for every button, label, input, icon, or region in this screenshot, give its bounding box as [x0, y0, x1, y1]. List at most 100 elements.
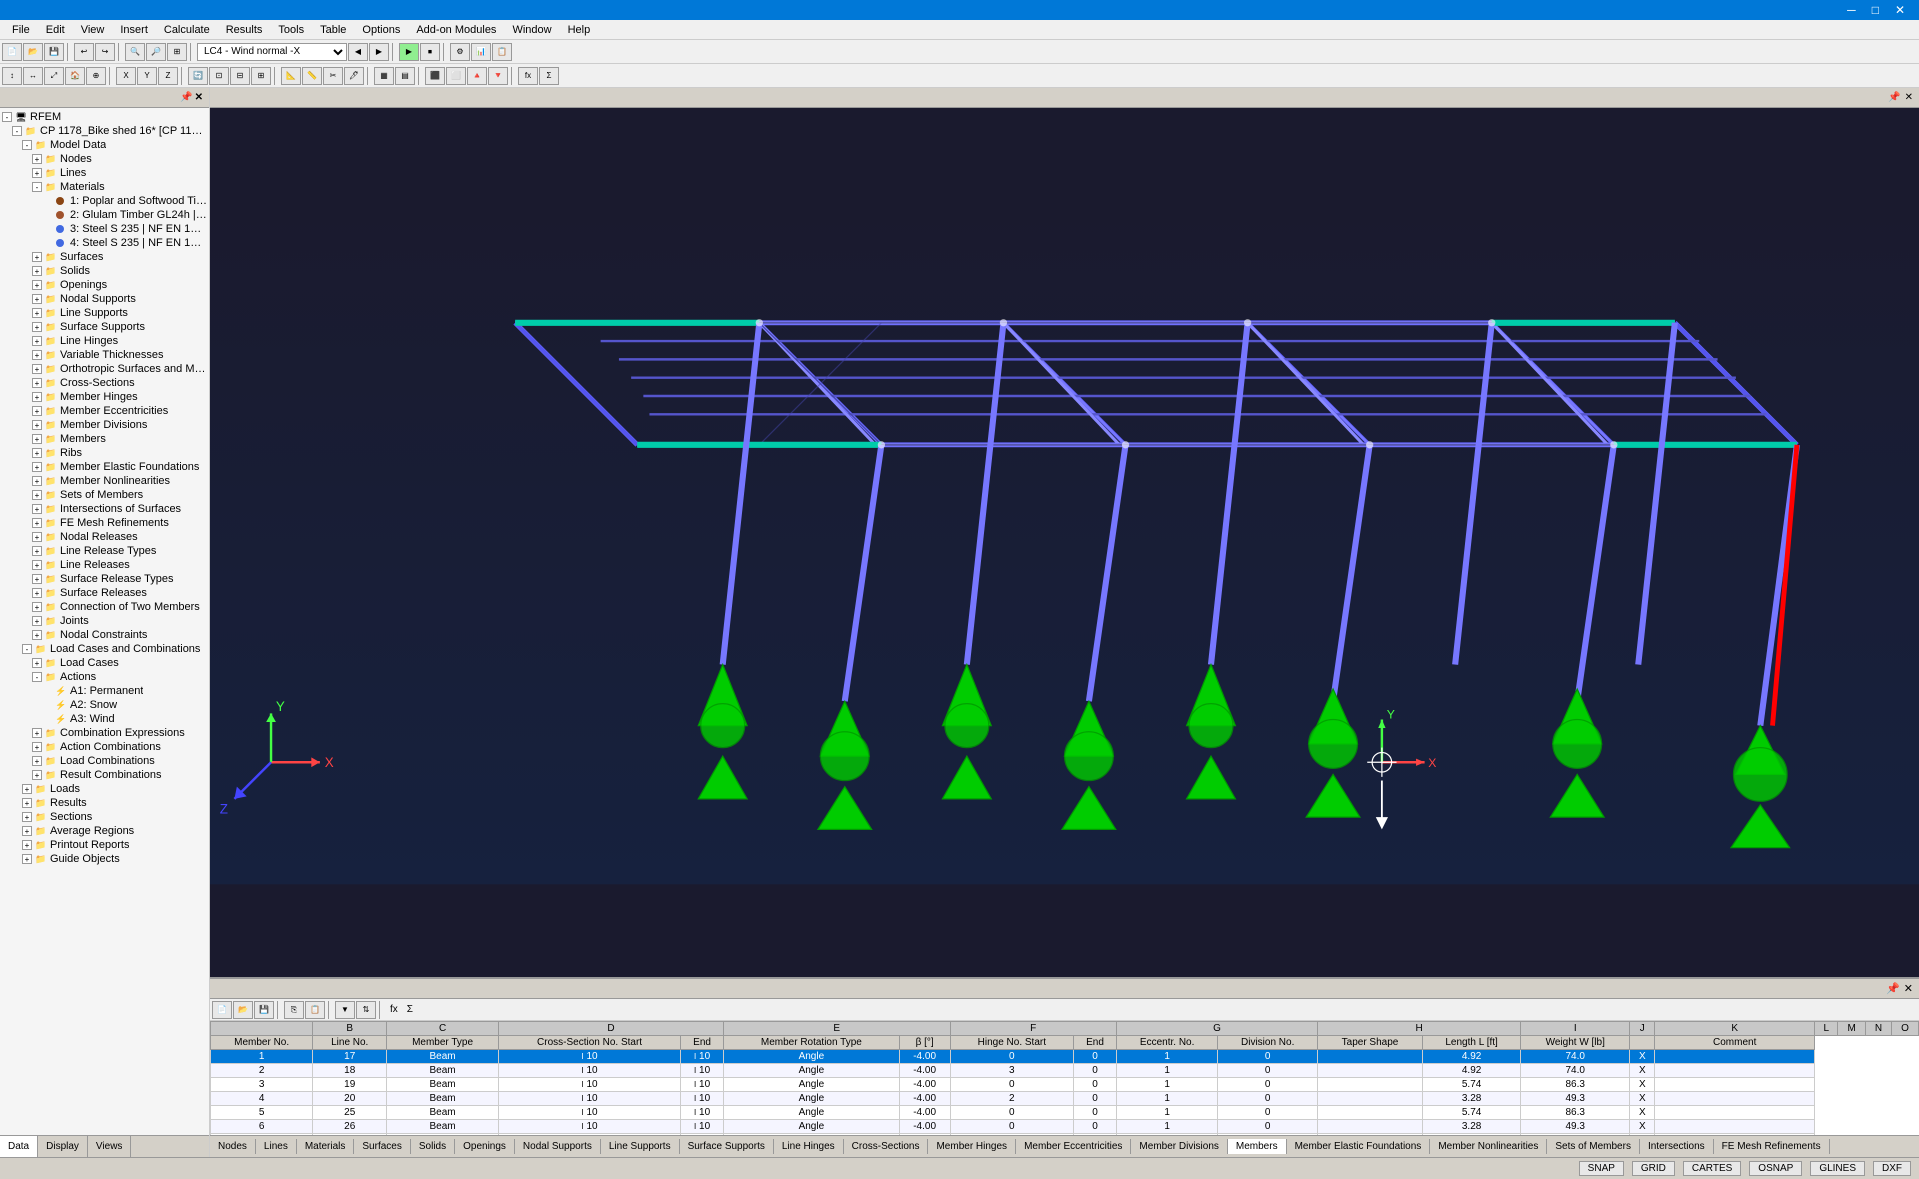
- fit-button[interactable]: ⊞: [167, 43, 187, 61]
- menu-item-window[interactable]: Window: [504, 22, 559, 38]
- save-button[interactable]: 💾: [44, 43, 64, 61]
- table-open-btn[interactable]: 📂: [233, 1001, 253, 1019]
- tree-expand-surface-release-types[interactable]: +: [32, 574, 42, 584]
- table-new-btn[interactable]: 📄: [212, 1001, 232, 1019]
- tree-expand-surfaces[interactable]: +: [32, 252, 42, 262]
- new-button[interactable]: 📄: [2, 43, 22, 61]
- tree-expand-sections[interactable]: +: [22, 812, 32, 822]
- bottom-tab-materials[interactable]: Materials: [297, 1139, 355, 1154]
- tree-expand-member-elastic[interactable]: +: [32, 462, 42, 472]
- tree-expand-guide-objects[interactable]: +: [22, 854, 32, 864]
- tree-item-surface-releases[interactable]: +📁Surface Releases: [2, 586, 207, 600]
- tree-expand-joints[interactable]: +: [32, 616, 42, 626]
- tree-expand-load-cases-sub[interactable]: +: [32, 658, 42, 668]
- tree-expand-orthotropic[interactable]: +: [32, 364, 42, 374]
- tree-expand-loads[interactable]: +: [22, 784, 32, 794]
- bottom-tab-sets-of-members[interactable]: Sets of Members: [1547, 1139, 1640, 1154]
- status-glines-button[interactable]: GLINES: [1810, 1161, 1865, 1176]
- bottom-tab-fe-mesh-refinements[interactable]: FE Mesh Refinements: [1714, 1139, 1830, 1154]
- menu-item-insert[interactable]: Insert: [112, 22, 156, 38]
- tree-item-member-elastic[interactable]: +📁Member Elastic Foundations: [2, 460, 207, 474]
- bottom-tab-intersections[interactable]: Intersections: [1640, 1139, 1714, 1154]
- tree-expand-variable-thicknesses[interactable]: +: [32, 350, 42, 360]
- tree-item-variable-thicknesses[interactable]: +📁Variable Thicknesses: [2, 348, 207, 362]
- tree-item-connection-two[interactable]: +📁Connection of Two Members: [2, 600, 207, 614]
- tree-expand-connection-two[interactable]: +: [32, 602, 42, 612]
- stop-button[interactable]: ⏹: [420, 43, 440, 61]
- tree-item-surfaces[interactable]: +📁Surfaces: [2, 250, 207, 264]
- tree-expand-action-combos[interactable]: +: [32, 742, 42, 752]
- nav-tab-views[interactable]: Views: [88, 1136, 132, 1157]
- tree-item-line-releases[interactable]: +📁Line Releases: [2, 558, 207, 572]
- tree-expand-nodal-releases[interactable]: +: [32, 532, 42, 542]
- tree-expand-intersections[interactable]: +: [32, 504, 42, 514]
- tree-item-line-release-types[interactable]: +📁Line Release Types: [2, 544, 207, 558]
- tree-item-a1[interactable]: ⚡A1: Permanent: [2, 684, 207, 698]
- tree-item-combo-expressions[interactable]: +📁Combination Expressions: [2, 726, 207, 740]
- tree-item-members[interactable]: +📁Members: [2, 432, 207, 446]
- tb2-btn8[interactable]: Z: [158, 67, 178, 85]
- menu-item-options[interactable]: Options: [354, 22, 408, 38]
- tree-expand-average-regions[interactable]: +: [22, 826, 32, 836]
- tree-item-project[interactable]: -📁CP 1178_Bike shed 16* [CP 1178_Bike s: [2, 124, 207, 138]
- tree-item-line-hinges[interactable]: +📁Line Hinges: [2, 334, 207, 348]
- table-close-button[interactable]: ✕: [1904, 982, 1913, 995]
- tree-expand-member-nonlinearities[interactable]: +: [32, 476, 42, 486]
- 3d-viewport[interactable]: X Y Z X Y: [210, 108, 1919, 977]
- tree-item-loads[interactable]: +📁Loads: [2, 782, 207, 796]
- tb2-btn20[interactable]: ⬜: [446, 67, 466, 85]
- tree-item-average-regions[interactable]: +📁Average Regions: [2, 824, 207, 838]
- bottom-tab-surface-supports[interactable]: Surface Supports: [680, 1139, 774, 1154]
- tree-item-printout-reports[interactable]: +📁Printout Reports: [2, 838, 207, 852]
- tree-item-mat4[interactable]: 4: Steel S 235 | NF EN 1993-1-1:: [2, 236, 207, 250]
- tree-item-sets-of-members[interactable]: +📁Sets of Members: [2, 488, 207, 502]
- tree-expand-line-releases[interactable]: +: [32, 560, 42, 570]
- tb2-btn11[interactable]: ⊟: [230, 67, 250, 85]
- tree-expand-lines[interactable]: +: [32, 168, 42, 178]
- tree-item-nodal-releases[interactable]: +📁Nodal Releases: [2, 530, 207, 544]
- status-dxf-button[interactable]: DXF: [1873, 1161, 1911, 1176]
- nav-close-button[interactable]: ✕: [195, 92, 203, 103]
- toolbar-btn-2[interactable]: 📊: [471, 43, 491, 61]
- tree-item-a3[interactable]: ⚡A3: Wind: [2, 712, 207, 726]
- table-pin-button[interactable]: 📌: [1886, 982, 1900, 995]
- tree-item-mat3[interactable]: 3: Steel S 235 | NF EN 1993-1-1:: [2, 222, 207, 236]
- viewport-pin-button[interactable]: 📌: [1888, 92, 1900, 103]
- menu-item-edit[interactable]: Edit: [38, 22, 73, 38]
- table-sort-btn[interactable]: ⇅: [356, 1001, 376, 1019]
- tree-item-rfem[interactable]: -🖥RFEM: [2, 110, 207, 124]
- bottom-tab-openings[interactable]: Openings: [455, 1139, 515, 1154]
- tb2-btn23[interactable]: fx: [518, 67, 538, 85]
- load-case-combo[interactable]: LC4 - Wind normal -X: [197, 43, 347, 61]
- tree-expand-result-combos[interactable]: +: [32, 770, 42, 780]
- open-button[interactable]: 📂: [23, 43, 43, 61]
- tree-item-load-cases-sub[interactable]: +📁Load Cases: [2, 656, 207, 670]
- next-lc-button[interactable]: ▶: [369, 43, 389, 61]
- tree-item-openings[interactable]: +📁Openings: [2, 278, 207, 292]
- table-row[interactable]: 117BeamI 10I 10Angle-4.0000104.9274.0X: [211, 1050, 1919, 1064]
- tb2-btn7[interactable]: Y: [137, 67, 157, 85]
- tree-item-nodal-supports[interactable]: +📁Nodal Supports: [2, 292, 207, 306]
- tree-item-materials[interactable]: -📁Materials: [2, 180, 207, 194]
- table-copy-btn[interactable]: ⎘: [284, 1001, 304, 1019]
- zoom-out-button[interactable]: 🔎: [146, 43, 166, 61]
- toolbar-btn-1[interactable]: ⚙: [450, 43, 470, 61]
- status-osnap-button[interactable]: OSNAP: [1749, 1161, 1802, 1176]
- tree-expand-member-hinges[interactable]: +: [32, 392, 42, 402]
- tb2-btn3[interactable]: ⤢: [44, 67, 64, 85]
- table-paste-btn[interactable]: 📋: [305, 1001, 325, 1019]
- tb2-btn18[interactable]: ▤: [395, 67, 415, 85]
- tree-expand-model-data[interactable]: -: [22, 140, 32, 150]
- tree-expand-nodes[interactable]: +: [32, 154, 42, 164]
- tree-expand-nodal-supports[interactable]: +: [32, 294, 42, 304]
- tb2-btn9[interactable]: 🔄: [188, 67, 208, 85]
- table-row[interactable]: 420BeamI 10I 10Angle-4.0020103.2849.3X: [211, 1092, 1919, 1106]
- undo-button[interactable]: ↩: [74, 43, 94, 61]
- zoom-in-button[interactable]: 🔍: [125, 43, 145, 61]
- tree-expand-surface-supports[interactable]: +: [32, 322, 42, 332]
- tree-item-orthotropic[interactable]: +📁Orthotropic Surfaces and Membra: [2, 362, 207, 376]
- redo-button[interactable]: ↪: [95, 43, 115, 61]
- tree-item-nodes[interactable]: +📁Nodes: [2, 152, 207, 166]
- bottom-tab-lines[interactable]: Lines: [256, 1139, 297, 1154]
- menu-item-table[interactable]: Table: [312, 22, 354, 38]
